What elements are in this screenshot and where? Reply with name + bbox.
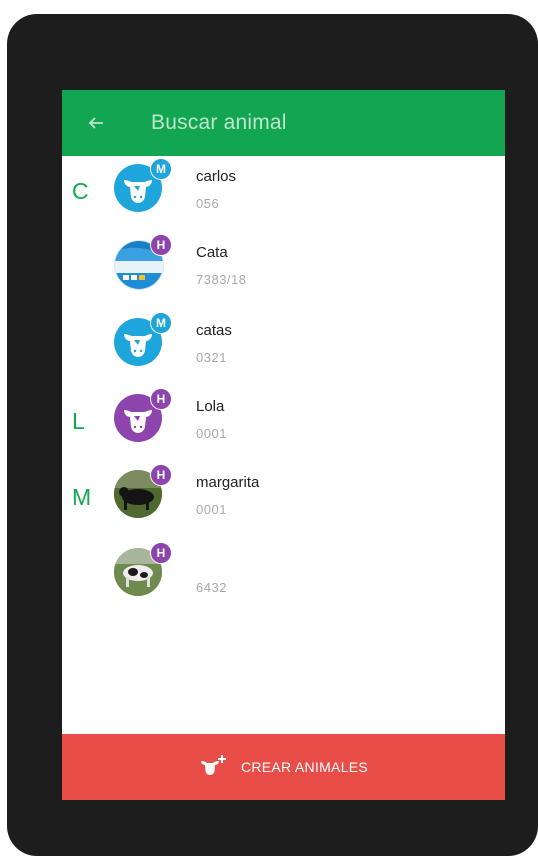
section-letter: M: [72, 484, 92, 510]
avatar: M: [114, 312, 172, 368]
sex-badge: H: [150, 464, 172, 486]
create-animals-button[interactable]: CREAR ANIMALES: [62, 734, 505, 800]
app-screen: Buscar animal C M carlos 056 H Cata 7383…: [62, 90, 505, 800]
page-title: Buscar animal: [151, 111, 287, 134]
list-item[interactable]: M catas 0321: [62, 310, 505, 370]
avatar: H: [114, 464, 172, 520]
animal-id: 056: [196, 196, 220, 211]
device-frame: Buscar animal C M carlos 056 H Cata 7383…: [7, 14, 538, 856]
section-letter: C: [72, 178, 89, 204]
sex-badge: M: [150, 158, 172, 180]
list-item[interactable]: H Cata 7383/18: [62, 232, 505, 292]
list-item[interactable]: H 6432: [62, 540, 505, 600]
sex-badge: H: [150, 388, 172, 410]
list-item[interactable]: C M carlos 056: [62, 156, 505, 216]
animal-name: carlos: [196, 168, 237, 185]
sex-badge: H: [150, 542, 172, 564]
section-letter: L: [72, 408, 85, 434]
avatar: H: [114, 388, 172, 444]
sex-badge: M: [150, 312, 172, 334]
animal-id: 0001: [196, 502, 227, 517]
arrow-back-icon[interactable]: [83, 110, 109, 136]
animal-id: 0001: [196, 426, 227, 441]
animal-id: 6432: [196, 580, 227, 595]
animal-name: catas: [196, 322, 232, 339]
avatar: H: [114, 542, 172, 598]
list-item[interactable]: M H margarita 0001: [62, 462, 505, 522]
animal-name: margarita: [196, 474, 260, 491]
animal-id: 0321: [196, 350, 227, 365]
sex-badge: H: [150, 234, 172, 256]
animal-name: Cata: [196, 244, 228, 261]
add-cow-icon: [199, 753, 229, 782]
avatar: M: [114, 158, 172, 214]
app-bar: Buscar animal: [62, 90, 505, 156]
animal-name: Lola: [196, 398, 225, 415]
create-animals-label: CREAR ANIMALES: [240, 759, 369, 775]
list-item[interactable]: L H Lola 0001: [62, 386, 505, 446]
avatar: H: [114, 234, 172, 290]
animal-id: 7383/18: [196, 272, 247, 287]
